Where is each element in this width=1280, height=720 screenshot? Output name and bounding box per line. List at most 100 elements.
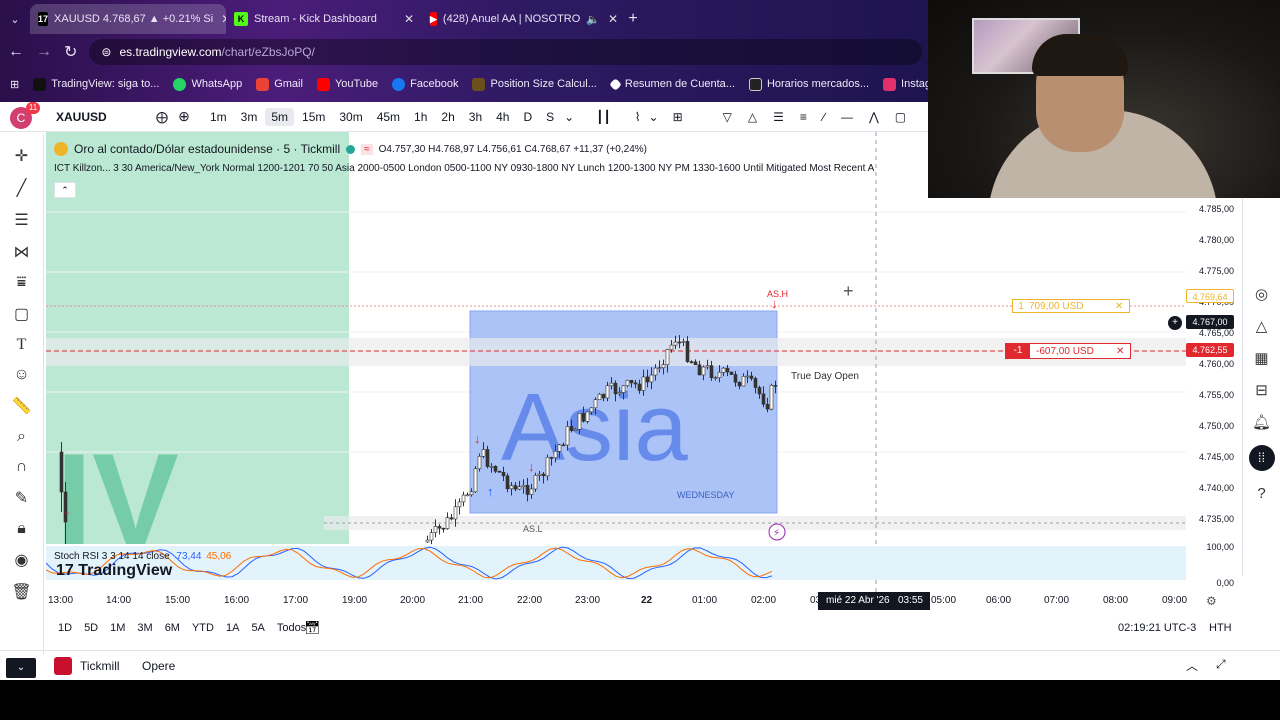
close-icon[interactable]: ✕ — [213, 12, 226, 26]
path-tool-icon[interactable]: ⋀ — [869, 110, 879, 124]
emoji-icon[interactable]: ☺ — [13, 366, 29, 384]
timeframe-45m[interactable]: 45m — [371, 108, 406, 126]
close-icon[interactable]: ✕ — [1116, 346, 1130, 357]
alerts-icon[interactable]: 🔔︎ — [1252, 413, 1271, 431]
pencil-lock-icon[interactable]: ✎ — [15, 488, 28, 508]
ruler-icon[interactable]: 📏 — [12, 396, 32, 416]
bookmark-resumen[interactable]: Resumen de Cuenta... — [609, 77, 735, 91]
chevron-down-icon[interactable]: ⌄ — [564, 110, 574, 124]
data-window-icon[interactable]: ⊟ — [1255, 381, 1268, 399]
tab-kick[interactable]: K Stream - Kick Dashboard ✕ — [226, 4, 422, 34]
rectangle-tool-icon[interactable]: ▢ — [895, 110, 906, 124]
bookmark-position-size[interactable]: Position Size Calcul... — [472, 77, 597, 91]
range-ytd[interactable]: YTD — [192, 622, 214, 634]
url-input[interactable]: ⊜ es.tradingview.com/chart/eZbsJoPQ/ — [89, 39, 922, 65]
settings-gear-icon[interactable]: ⚙︎ — [1206, 594, 1217, 608]
time-axis[interactable]: 13:00 14:00 15:00 16:00 17:00 19:00 20:00 21:00… — [46, 592, 1187, 612]
symbol-search[interactable]: XAUUSD — [40, 110, 150, 124]
compare-symbol-icon[interactable]: ⨁ — [150, 110, 174, 124]
target-icon[interactable]: ◎ — [1255, 285, 1268, 303]
range-6m[interactable]: 6M — [165, 622, 180, 634]
close-icon[interactable]: ✕ — [396, 12, 414, 26]
indicators-icon[interactable]: ⌇ — [635, 110, 641, 124]
hlines-tool-icon[interactable]: ≡ — [800, 110, 807, 124]
timeframe-3h[interactable]: 3h — [463, 108, 488, 126]
hlines-icon[interactable]: ☰ — [14, 210, 28, 230]
trendline-icon[interactable]: ╱ — [17, 178, 27, 198]
timeframe-2h[interactable]: 2h — [435, 108, 460, 126]
tab-youtube[interactable]: ▶ (428) Anuel AA | NOSOTRO 🔈 ✕ — [422, 4, 618, 34]
tab-xauusd[interactable]: 17 XAUUSD 4.768,67 ▲ +0.21% Si ✕ — [30, 4, 226, 34]
bookmark-tradingview[interactable]: TradingView: siga to... — [33, 77, 159, 91]
range-5a[interactable]: 5A — [251, 622, 264, 634]
text-icon[interactable]: T — [17, 336, 27, 354]
legend-collapse-button[interactable]: ⌃ — [54, 182, 76, 198]
avatar[interactable]: C 11 — [0, 101, 40, 132]
pitchfork-icon[interactable]: ⋈ — [14, 242, 30, 262]
broker-name[interactable]: Tickmill — [80, 659, 120, 673]
zoom-icon[interactable]: ⌕ — [17, 428, 26, 446]
bookmark-youtube[interactable]: YouTube — [316, 77, 378, 91]
ideas-icon[interactable]: △ — [1256, 317, 1268, 335]
rectangle-icon[interactable]: ▢ — [14, 304, 29, 324]
arrow-down-tool-icon[interactable]: ▽ — [723, 110, 732, 124]
chevron-up-icon[interactable]: ︿ — [1186, 657, 1198, 674]
timeframe-5m[interactable]: 5m — [265, 107, 295, 126]
bookmark-horarios[interactable]: Horarios mercados... — [748, 77, 869, 91]
tab-search-button[interactable]: ⌄ — [0, 4, 30, 34]
timeframe-D[interactable]: D — [517, 108, 538, 126]
calendar-icon[interactable]: 📅︎ — [304, 620, 321, 636]
speaker-icon[interactable]: 🔈 — [586, 13, 600, 26]
clock[interactable]: 02:19:21 UTC-3 — [1118, 622, 1196, 634]
layouts-icon[interactable]: ⊞ — [673, 110, 683, 124]
timeframe-30m[interactable]: 30m — [333, 108, 368, 126]
bookmark-facebook[interactable]: Facebook — [392, 77, 458, 91]
chevron-down-icon[interactable]: ⌄ — [649, 110, 659, 124]
forward-icon[interactable]: → — [36, 43, 52, 61]
add-symbol-icon[interactable]: ⊕ — [174, 108, 194, 125]
trend-tool-icon[interactable]: ∕ — [823, 110, 825, 124]
bookmark-instagram[interactable]: Instagram — [883, 77, 928, 91]
close-icon[interactable]: ✕ — [1115, 301, 1129, 312]
site-info-icon[interactable]: ⊜ — [101, 45, 111, 59]
new-tab-button[interactable]: + — [618, 4, 648, 34]
apps-grid-icon[interactable]: ⊞ — [10, 78, 19, 91]
lock-icon[interactable]: 🔒︎ — [17, 520, 26, 538]
timeframe-1m[interactable]: 1m — [204, 108, 233, 126]
range-5d[interactable]: 5D — [84, 622, 98, 634]
maximize-icon[interactable]: ⤢ — [1216, 657, 1226, 672]
timeframe-1h[interactable]: 1h — [408, 108, 433, 126]
calendar-icon[interactable]: ▦ — [1254, 349, 1268, 367]
ray-tool-icon[interactable]: — — [841, 110, 853, 124]
range-3m[interactable]: 3M — [137, 622, 152, 634]
sl-position-label[interactable]: -1 -607,00 USD ✕ — [1005, 343, 1131, 359]
timeframe-3m[interactable]: 3m — [235, 108, 264, 126]
close-icon[interactable]: ✕ — [600, 12, 618, 26]
timeframe-S[interactable]: S — [540, 108, 560, 126]
session-mode[interactable]: HTH — [1209, 622, 1232, 634]
timeframe-15m[interactable]: 15m — [296, 108, 331, 126]
range-1m[interactable]: 1M — [110, 622, 125, 634]
range-1a[interactable]: 1A — [226, 622, 239, 634]
trash-icon[interactable]: 🗑︎ — [11, 582, 31, 602]
fib-icon[interactable]: ⩸ — [17, 274, 27, 292]
fib-tool-icon[interactable]: ☰ — [773, 110, 784, 124]
apps-icon[interactable]: ⁞⁞ — [1248, 445, 1275, 471]
crosshair-icon[interactable]: ✛ — [15, 146, 28, 166]
arrow-up-tool-icon[interactable]: △ — [748, 110, 757, 124]
range-todos[interactable]: Todos — [277, 622, 306, 634]
indicator-legend[interactable]: ICT Killzon... 3 30 America/New_York Nor… — [54, 163, 929, 174]
magnet-icon[interactable]: ∩ — [16, 458, 28, 476]
reload-icon[interactable]: ↻ — [64, 42, 77, 62]
tp-position-label[interactable]: 1 709,00 USD ✕ — [1012, 299, 1130, 313]
bookmark-gmail[interactable]: Gmail — [256, 77, 303, 91]
add-order-icon[interactable]: + — [1168, 316, 1182, 330]
stoch-legend[interactable]: Stoch RSI 3 3 14 14 close 73,44 45,06 — [54, 551, 231, 562]
candles-icon[interactable]: ┃┃ — [596, 110, 610, 124]
back-icon[interactable]: ← — [8, 43, 24, 61]
help-icon[interactable]: ? — [1257, 485, 1265, 502]
range-1d[interactable]: 1D — [58, 622, 72, 634]
chart-canvas[interactable]: IV Asia WEDNESDAY + AS.H AS.L True Day O… — [46, 132, 1186, 592]
timeframe-4h[interactable]: 4h — [490, 108, 515, 126]
eye-icon[interactable]: ◉ — [15, 550, 29, 570]
